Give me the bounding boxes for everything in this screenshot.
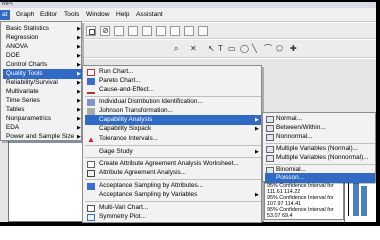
nonnormal-icon <box>266 134 274 141</box>
worksheet-create-icon <box>87 161 95 168</box>
multiple-nonnormal-icon <box>266 155 274 162</box>
window-title: MPI <box>2 1 13 7</box>
menu-item-nonnormal[interactable]: Nonnormal... <box>276 132 376 142</box>
search-icon[interactable]: ⌕ <box>174 44 178 54</box>
menu-editor[interactable]: Editor <box>38 10 59 20</box>
menu-item-acceptance-variables[interactable]: Acceptance Sampling by Variables <box>99 190 259 200</box>
project-icon[interactable] <box>142 26 152 36</box>
pointer-icon[interactable]: ↖ <box>208 44 215 54</box>
multiple-normal-icon <box>266 146 274 153</box>
menu-stat[interactable]: at <box>0 10 10 20</box>
johnson-transform-icon <box>87 108 95 115</box>
menu-item-tolerance-intervals[interactable]: Tolerance Intervals... <box>99 134 259 144</box>
between-within-icon <box>266 125 274 132</box>
toolbar-button-icon[interactable] <box>86 26 96 36</box>
menu-separator <box>85 179 261 180</box>
info-icon[interactable] <box>184 26 194 36</box>
polyline-tool-icon[interactable]: ⌒ <box>264 44 272 54</box>
histogram-bar <box>361 186 367 216</box>
ellipse-tool-icon[interactable]: ◯ <box>240 44 249 54</box>
chevron-right-icon: ▶ <box>255 126 259 132</box>
stat-menu: Basic Statistics ▶ Regression ▶ ANOVA ▶ … <box>0 21 82 141</box>
menu-item-multiple-nonnormal[interactable]: Multiple Variables (Nonnormal)... <box>276 153 376 163</box>
menu-graph[interactable]: Graph <box>14 10 36 20</box>
menu-separator <box>85 157 261 158</box>
chevron-right-icon: ▶ <box>255 149 259 155</box>
polygon-tool-icon[interactable]: ⬠ <box>276 44 283 54</box>
output-line: 53.07 69.4 <box>267 213 293 219</box>
acceptance-attributes-icon <box>87 183 95 190</box>
menu-item-capability-sixpack[interactable]: Capability Sixpack <box>99 124 259 134</box>
session-output: 95% Confidence Interval for 111.61 114.2… <box>264 182 344 220</box>
graph-folder-icon[interactable] <box>170 26 180 36</box>
capability-analysis-menu: Normal... Between/Within... Nonnormal...… <box>262 112 376 183</box>
attribute-agreement-icon <box>87 170 95 177</box>
menu-item-poisson[interactable]: Poisson... <box>265 173 375 183</box>
menu-item-cause-effect[interactable]: Cause-and-Effect... <box>99 85 259 95</box>
screen-frame-right <box>376 0 380 226</box>
pareto-chart-icon <box>87 78 95 85</box>
symmetry-plot-icon <box>87 214 95 221</box>
distribution-id-icon <box>87 99 95 106</box>
menu-item-symmetry-plot[interactable]: Symmetry Plot... <box>99 212 259 222</box>
menu-separator <box>85 201 261 202</box>
menu-help[interactable]: Help <box>114 10 132 20</box>
chevron-right-icon: ▶ <box>255 192 259 198</box>
menu-item-gage-study[interactable]: Gage Study <box>99 147 259 157</box>
menu-window[interactable]: Window <box>84 10 111 20</box>
run-chart-icon <box>87 69 95 76</box>
text-tool-icon[interactable]: T <box>218 44 223 54</box>
quality-tools-menu: Run Chart... Pareto Chart... Cause-and-E… <box>82 65 262 223</box>
close-icon[interactable]: ✕ <box>190 44 197 54</box>
cancel-icon[interactable]: ⊘ <box>100 26 110 36</box>
tolerance-icon: ▲ <box>87 135 95 144</box>
menu-bar: at Graph Editor Tools Window Help Assist… <box>0 8 376 22</box>
menu-item-power-sample-size[interactable]: Power and Sample Size <box>6 132 82 142</box>
chevron-right-icon: ▶ <box>77 134 81 140</box>
menu-item-attribute-agreement[interactable]: Attribute Agreement Analysis... <box>99 168 259 178</box>
report-icon[interactable] <box>156 26 166 36</box>
line-tool-icon[interactable]: ╲ <box>252 44 257 54</box>
worksheet-icon[interactable] <box>128 26 138 36</box>
menu-assistant[interactable]: Assistant <box>134 10 165 20</box>
normal-capability-icon <box>266 116 274 123</box>
history-icon[interactable] <box>198 26 208 36</box>
session-icon[interactable] <box>114 26 124 36</box>
multi-vari-icon <box>87 205 95 212</box>
menu-separator <box>85 145 261 146</box>
fishbone-icon <box>87 87 95 94</box>
marker-tool-icon[interactable]: ✚ <box>290 44 297 54</box>
menu-tools[interactable]: Tools <box>62 10 81 20</box>
rectangle-tool-icon[interactable]: ▭ <box>228 44 236 54</box>
